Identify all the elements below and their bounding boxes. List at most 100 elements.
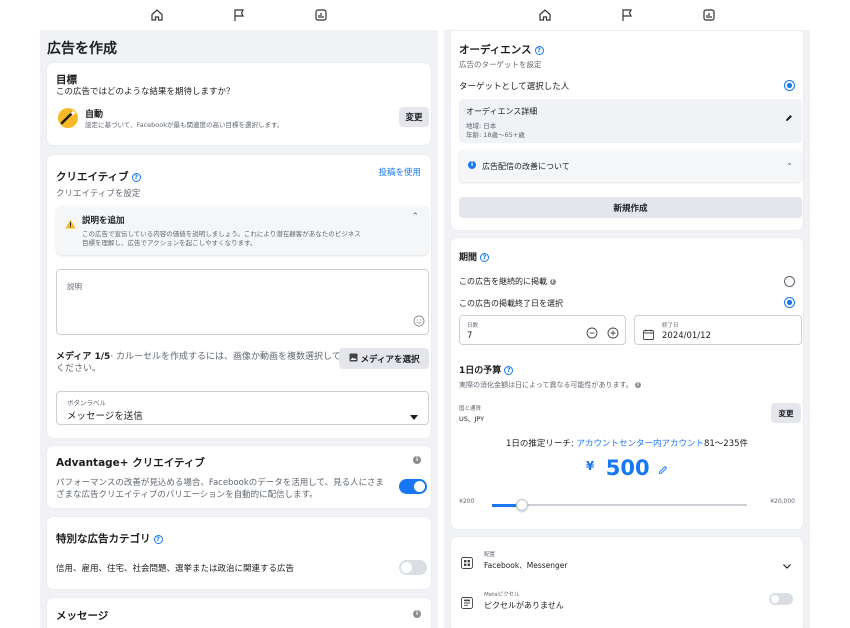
help-icon[interactable]: ?	[480, 253, 490, 262]
end-date-option-label: この広告の掲載終了日を選択	[459, 299, 563, 308]
audience-title-wrap: オーディエンス?	[459, 42, 544, 57]
audience-age: 年齢: 18歳～65+歳	[466, 131, 525, 139]
audience-subtitle: 広告のターゲットを設定	[459, 60, 542, 69]
edit-pencil-icon[interactable]	[785, 107, 793, 126]
calendar-icon	[643, 325, 654, 344]
advantage-toggle[interactable]	[399, 479, 427, 494]
duration-title-wrap: 期間?	[459, 250, 490, 263]
delivery-label: 広告配信の改善について	[482, 162, 570, 171]
minus-icon[interactable]	[586, 324, 598, 343]
budget-note-wrap: 実際の消化金額は日によって異なる可能性があります。 i	[459, 380, 641, 390]
description-label: 説明	[67, 282, 82, 291]
objective-change-button[interactable]: 変更	[399, 107, 429, 127]
right-pane: オーディエンス? 広告のターゲットを設定 ターゲットとして選択した人 オーディエ…	[444, 0, 810, 628]
chevron-down-icon: ⌄	[786, 158, 793, 167]
description-textarea[interactable]: 説明	[56, 269, 429, 335]
budget-slider-handle[interactable]	[516, 499, 528, 511]
placement-pixel-card: 配置 Facebook、Messenger Metaピクセル ピクセルがありませ…	[451, 537, 803, 628]
flag-icon[interactable]	[616, 4, 638, 26]
info-icon[interactable]: i	[549, 278, 556, 285]
button-label-select[interactable]: ボタンラベル メッセージを送信	[56, 391, 429, 425]
toggle-knob	[414, 481, 425, 492]
continuous-option-radio[interactable]	[784, 276, 795, 287]
media-icon	[349, 353, 358, 365]
special-category-toggle[interactable]	[399, 560, 427, 575]
budget-slider-track[interactable]	[492, 499, 747, 511]
objective-option-desc: 設定に基づいて、Facebookが最も関連度の高い目標を選択します。	[85, 121, 284, 129]
dropdown-arrow-icon	[410, 405, 418, 424]
audience-card: オーディエンス? 広告のターゲットを設定 ターゲットとして選択した人 オーディエ…	[451, 31, 803, 230]
left-pane: 広告を作成 目標 この広告ではどのような結果を期待しますか？ 自動 設定に基づい…	[40, 0, 438, 628]
insights-icon[interactable]	[698, 4, 720, 26]
creative-card: クリエイティブ? 投稿を使用 クリエイティブを設定 説明を追加 この広告で宣伝し…	[47, 155, 431, 438]
duration-title: 期間	[459, 253, 478, 263]
flag-icon[interactable]	[228, 4, 250, 26]
help-icon[interactable]: ?	[153, 534, 163, 544]
continuous-option-wrap: この広告を継続的に掲載 i	[459, 276, 556, 287]
home-icon[interactable]	[534, 4, 556, 26]
special-desc: 信用、雇用、住宅、社会問題、選挙または政治に関連する広告	[56, 564, 295, 574]
creative-subtitle: クリエイティブを設定	[56, 189, 141, 199]
reach-account-link[interactable]: アカウントセンター内アカウント	[576, 439, 704, 449]
reach-range: 81～235件	[703, 439, 749, 449]
top-nav-left	[40, 0, 438, 30]
warning-icon	[65, 214, 76, 233]
info-icon[interactable]: i	[413, 456, 421, 464]
days-input[interactable]: 日数 7	[459, 315, 626, 345]
use-post-link[interactable]: 投稿を使用	[378, 166, 421, 178]
home-icon[interactable]	[146, 4, 168, 26]
emoji-icon[interactable]	[413, 312, 425, 331]
advantage-title: Advantage+ クリエイティブ	[56, 457, 205, 469]
top-nav-right	[444, 0, 810, 30]
advantage-card: Advantage+ クリエイティブ i パフォーマンスの改善が見込める場合、F…	[47, 446, 431, 508]
estimated-reach: 1日の推定リーチ: アカウントセンター内アカウント81～235件	[451, 437, 803, 449]
pixel-caption: Metaピクセル	[484, 592, 520, 598]
audience-detail-box[interactable]: オーディエンス詳細 地域: 日本 年齢: 18歳～65+歳	[459, 99, 802, 143]
chevron-down-icon[interactable]	[783, 554, 791, 573]
delivery-improvement-row[interactable]: i 広告配信の改善について ⌄	[459, 150, 802, 182]
placement-icon	[461, 554, 473, 573]
message-card: メッセージ i	[47, 598, 431, 628]
continuous-option-label: この広告を継続的に掲載	[459, 277, 547, 286]
audience-title: オーディエンス	[459, 44, 532, 56]
warning-title: 説明を追加	[82, 216, 125, 226]
create-new-button[interactable]: 新規作成	[459, 197, 802, 218]
plus-icon[interactable]	[607, 324, 619, 343]
chevron-up-icon[interactable]: ⌃	[411, 212, 419, 222]
currency-symbol: ¥	[585, 459, 595, 473]
audience-option-radio[interactable]	[784, 80, 795, 91]
end-date-value: 2024/01/12	[662, 331, 711, 341]
objective-card: 目標 この広告ではどのような結果を期待しますか？ 自動 設定に基づいて、Face…	[47, 63, 431, 145]
audience-option-label: ターゲットとして選択した人	[459, 82, 570, 92]
edit-pencil-icon[interactable]	[658, 460, 668, 479]
special-category-card: 特別な広告カテゴリ? 信用、雇用、住宅、社会問題、選挙または政治に関連する広告	[47, 517, 431, 589]
select-media-button[interactable]: メディアを選択	[339, 348, 429, 369]
info-icon[interactable]: i	[634, 382, 641, 388]
duration-budget-card: 期間? この広告を継続的に掲載 i この広告の掲載終了日を選択 日数 7 終了日…	[451, 238, 803, 529]
help-icon[interactable]: ?	[534, 45, 544, 55]
info-icon[interactable]: i	[413, 610, 421, 618]
help-icon[interactable]: ?	[131, 172, 141, 182]
placement-value: Facebook、Messenger	[484, 561, 568, 570]
message-title: メッセージ	[56, 610, 109, 622]
advantage-desc-2: ざまな広告クリエイティブのバリエーションを自動的に配信します。	[56, 490, 318, 500]
end-date-option-radio[interactable]	[784, 297, 795, 308]
magic-wand-icon	[57, 107, 79, 133]
insights-icon[interactable]	[310, 4, 332, 26]
budget-amount-row[interactable]: ¥ 500	[451, 456, 803, 480]
days-caption: 日数	[467, 323, 479, 329]
country-caption: 国と通貨	[459, 406, 482, 412]
placement-caption: 配置	[484, 552, 496, 558]
toggle-knob	[771, 595, 779, 603]
add-description-warning: 説明を追加 この広告で宣伝している内容の価値を説明しましょう。これにより潜在顧客…	[56, 206, 429, 255]
country-change-button[interactable]: 変更	[771, 403, 801, 423]
warning-text-2: 目標を理解し、広告でアクションを起こしやすくなります。	[82, 239, 257, 247]
media-hint-1: · カルーセルを作成するには、画像か動画を複数選択して	[110, 352, 341, 362]
audience-detail-title: オーディエンス詳細	[466, 107, 538, 116]
toggle-knob	[401, 562, 412, 573]
pixel-toggle[interactable]	[769, 593, 793, 605]
button-label-caption: ボタンラベル	[67, 399, 106, 407]
select-media-label: メディアを選択	[360, 354, 420, 365]
end-date-input[interactable]: 終了日 2024/01/12	[634, 315, 802, 345]
help-icon[interactable]: ?	[504, 366, 514, 375]
